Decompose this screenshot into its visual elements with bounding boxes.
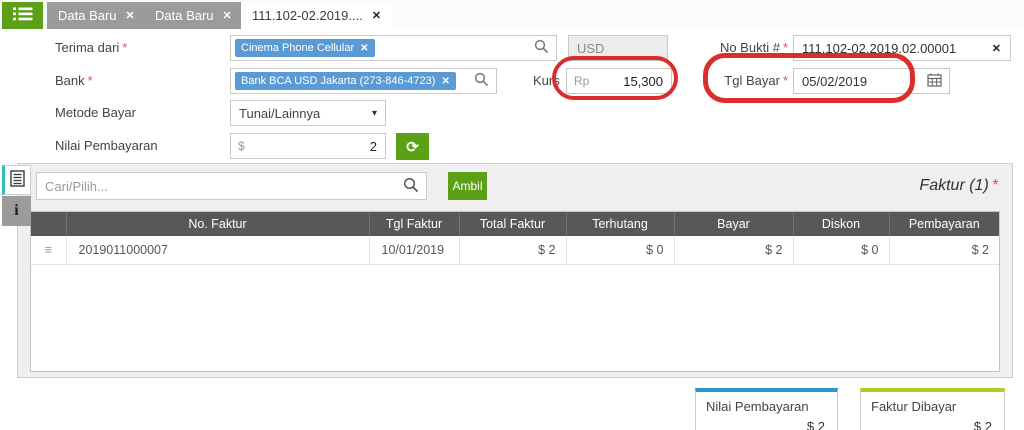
summary-label: Nilai Pembayaran — [706, 399, 809, 414]
kurs-field[interactable]: Rp 15,300 — [566, 68, 672, 94]
cell-pembayaran: $ 2 — [889, 236, 999, 265]
column-header[interactable]: Pembayaran — [889, 212, 999, 236]
close-icon[interactable]: ✕ — [126, 9, 135, 22]
column-header[interactable]: Total Faktur — [459, 212, 567, 236]
bank-label: Bank * — [55, 68, 93, 94]
tgl-bayar-field[interactable] — [793, 68, 950, 94]
close-icon[interactable]: ✕ — [223, 9, 232, 22]
cell-total-faktur: $ 2 — [459, 236, 567, 265]
column-header[interactable]: No. Faktur — [66, 212, 370, 236]
cell-tgl-faktur: 10/01/2019 — [369, 236, 460, 265]
bank-field[interactable]: Bank BCA USD Jakarta (273-846-4723) ✕ — [230, 68, 497, 94]
required-asterisk: * — [782, 40, 788, 55]
sidebar-tab-detail[interactable] — [2, 165, 31, 195]
bank-tag: Bank BCA USD Jakarta (273-846-4723) ✕ — [235, 72, 456, 90]
tab-label: Data Baru — [58, 8, 117, 23]
cell-no-faktur: 2019011000007 — [66, 236, 370, 265]
refresh-icon: ⟳ — [406, 138, 419, 156]
tag-label: Bank BCA USD Jakarta (273-846-4723) — [241, 75, 436, 87]
row-drag-handle-icon[interactable]: ≡ — [31, 236, 67, 265]
tgl-bayar-label: Tgl Bayar * — [700, 68, 788, 94]
tag-label: Cinema Phone Cellular — [241, 42, 355, 54]
tab-bar: Data Baru ✕ Data Baru ✕ 111.102-02.2019.… — [0, 0, 1024, 29]
terima-dari-tag: Cinema Phone Cellular ✕ — [235, 39, 375, 57]
chevron-down-icon: ▾ — [371, 107, 377, 119]
nilai-value: 2 — [369, 138, 377, 154]
column-header-handle — [31, 212, 67, 236]
summary-value: $ 2 — [973, 419, 992, 430]
column-header[interactable]: Bayar — [674, 212, 794, 236]
menu-button[interactable] — [2, 2, 43, 29]
label-text: Bank — [55, 73, 85, 88]
tag-close-icon[interactable]: ✕ — [360, 43, 368, 54]
refresh-button[interactable]: ⟳ — [396, 133, 429, 160]
label-text: Nilai Pembayaran — [55, 138, 158, 153]
info-icon: i — [14, 202, 19, 219]
summary-label: Faktur Dibayar — [871, 399, 957, 414]
clear-icon[interactable]: ✕ — [992, 42, 1010, 55]
table-row[interactable]: ≡ 2019011000007 10/01/2019 $ 2 $ 0 $ 2 $… — [31, 236, 999, 265]
summary-faktur-dibayar: Faktur Dibayar $ 2 — [860, 388, 1005, 430]
required-asterisk: * — [991, 177, 998, 194]
ambil-button[interactable]: Ambil — [448, 172, 487, 200]
invoice-search-input[interactable] — [37, 173, 403, 199]
faktur-section-title: Faktur (1) * — [919, 177, 998, 195]
column-header[interactable]: Diskon — [793, 212, 890, 236]
currency-field: USD — [568, 35, 668, 61]
tab-data-baru-1[interactable]: Data Baru ✕ — [47, 2, 146, 29]
column-header[interactable]: Terhutang — [566, 212, 675, 236]
kurs-value: 15,300 — [623, 73, 663, 89]
label-text: No Bukti # — [719, 40, 780, 55]
nilai-currency-prefix: $ — [238, 139, 245, 153]
kurs-currency-prefix: Rp — [574, 74, 590, 88]
currency-value: USD — [577, 40, 605, 56]
title-text: Faktur (1) — [919, 177, 989, 194]
search-icon[interactable] — [403, 177, 419, 196]
nilai-pembayaran-label: Nilai Pembayaran — [55, 133, 158, 159]
kurs-label: Kurs — [533, 68, 560, 94]
search-icon[interactable] — [534, 39, 549, 57]
tab-label: Data Baru — [155, 8, 214, 23]
metode-bayar-label: Metode Bayar — [55, 100, 136, 126]
required-asterisk: * — [782, 73, 788, 88]
close-icon[interactable]: ✕ — [372, 9, 381, 22]
no-bukti-label: No Bukti # * — [700, 35, 788, 61]
no-bukti-field[interactable]: ✕ — [793, 35, 1011, 61]
search-icon[interactable] — [474, 72, 489, 90]
metode-bayar-select[interactable]: Tunai/Lainnya ▾ — [230, 100, 386, 126]
invoice-search-field[interactable] — [36, 172, 427, 200]
selected-option: Tunai/Lainnya — [239, 105, 321, 121]
cell-diskon: $ 0 — [793, 236, 890, 265]
tab-data-baru-2[interactable]: Data Baru ✕ — [144, 2, 243, 29]
cell-terhutang: $ 0 — [566, 236, 675, 265]
label-text: Terima dari — [55, 40, 120, 55]
faktur-table: No. Faktur Tgl Faktur Total Faktur Terhu… — [30, 211, 1000, 372]
table-header: No. Faktur Tgl Faktur Total Faktur Terhu… — [31, 212, 999, 236]
document-icon — [10, 170, 25, 190]
calendar-icon[interactable] — [927, 73, 949, 90]
column-header[interactable]: Tgl Faktur — [369, 212, 460, 236]
summary-nilai-pembayaran: Nilai Pembayaran $ 2 — [695, 388, 838, 430]
required-asterisk: * — [122, 40, 128, 55]
cell-bayar: $ 2 — [674, 236, 794, 265]
tgl-bayar-input[interactable] — [794, 69, 927, 93]
terima-dari-label: Terima dari * — [55, 35, 127, 61]
nilai-pembayaran-field[interactable]: $ 2 — [230, 133, 386, 159]
no-bukti-input[interactable] — [794, 36, 992, 60]
list-icon — [12, 6, 33, 25]
terima-dari-field[interactable]: Cinema Phone Cellular ✕ — [230, 35, 557, 61]
tag-close-icon[interactable]: ✕ — [441, 76, 449, 87]
label-text: Kurs — [533, 73, 560, 88]
label-text: Metode Bayar — [55, 105, 136, 120]
tab-document-active[interactable]: 111.102-02.2019.... ✕ — [241, 2, 393, 29]
required-asterisk: * — [87, 73, 93, 88]
label-text: Tgl Bayar — [724, 73, 780, 88]
sidebar-tab-info[interactable]: i — [2, 196, 31, 226]
summary-value: $ 2 — [806, 419, 825, 430]
tab-label: 111.102-02.2019.... — [252, 8, 363, 23]
